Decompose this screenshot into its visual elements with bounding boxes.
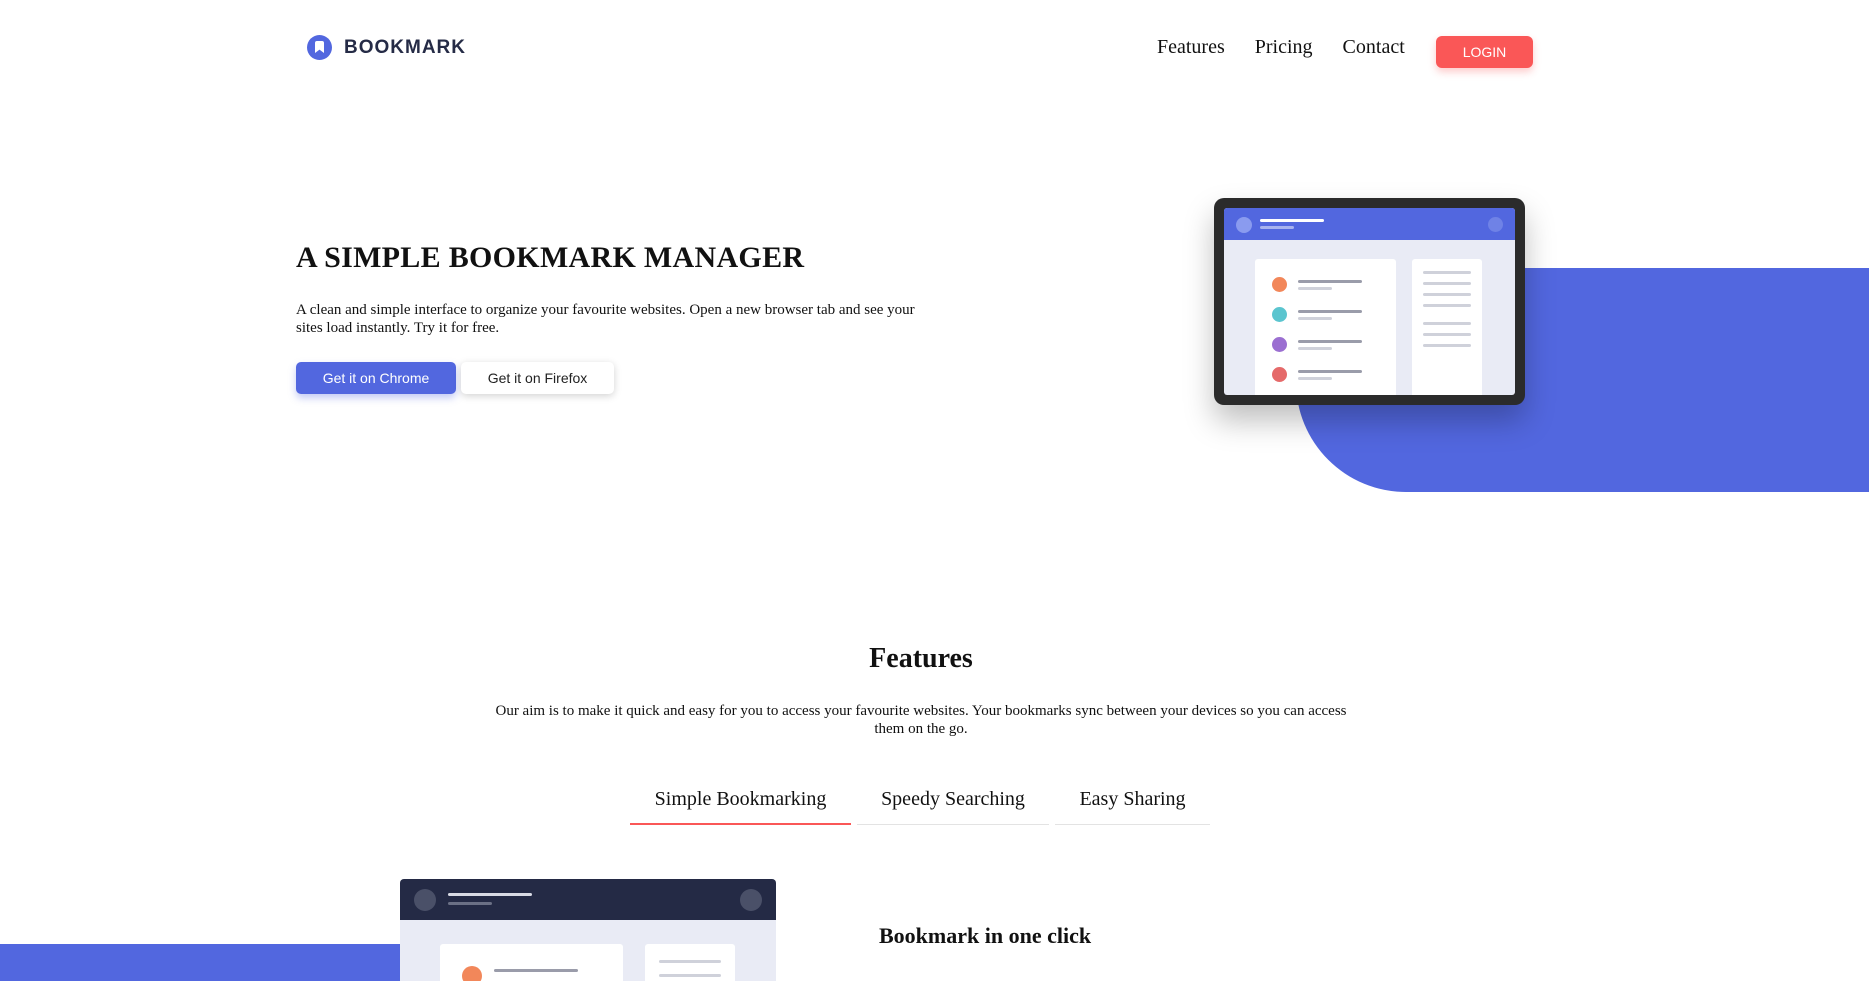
item-dot: [1272, 307, 1287, 322]
logo[interactable]: BOOKMARK: [307, 35, 466, 60]
item-line: [1298, 280, 1362, 283]
tab-speedy-searching[interactable]: Speedy Searching: [857, 778, 1049, 825]
item-line: [1298, 317, 1332, 320]
side-line: [1423, 322, 1471, 325]
bar-line: [1260, 226, 1294, 229]
nav-features[interactable]: Features: [1157, 36, 1225, 59]
side-card: [1412, 259, 1482, 395]
item-dot: [462, 966, 482, 981]
tablet-screen: [1224, 208, 1515, 395]
hero-description: A clean and simple interface to organize…: [296, 302, 915, 336]
bar-line: [448, 902, 492, 905]
item-line: [494, 969, 578, 972]
features-title: Features: [869, 643, 973, 674]
main-nav: Features Pricing Contact: [1157, 36, 1435, 59]
nav-contact[interactable]: Contact: [1343, 36, 1405, 59]
item-dot: [1272, 367, 1287, 382]
bar-line: [448, 893, 532, 896]
bookmark-list-card: [1255, 259, 1396, 395]
tablet-app-bar: [1224, 208, 1515, 240]
item-line: [1298, 310, 1362, 313]
item-line: [1298, 340, 1362, 343]
item-line: [1298, 370, 1362, 373]
side-line: [1423, 293, 1471, 296]
item-line: [1298, 377, 1332, 380]
feature-panel-heading: Bookmark in one click: [879, 923, 1092, 948]
side-line: [1423, 333, 1471, 336]
bookmark-logo-icon: [307, 35, 332, 60]
side-line: [659, 974, 721, 977]
browser-app-bar: [400, 879, 776, 920]
get-firefox-button[interactable]: Get it on Firefox: [461, 362, 614, 394]
menu-dot: [740, 889, 762, 911]
item-dot: [1272, 277, 1287, 292]
bar-line: [1260, 219, 1324, 222]
tablet-illustration: [1214, 198, 1525, 405]
browser-illustration: [400, 879, 776, 981]
bookmark-list-card: [440, 944, 623, 981]
item-dot: [1272, 337, 1287, 352]
get-chrome-button[interactable]: Get it on Chrome: [296, 362, 456, 394]
tab-simple-bookmarking[interactable]: Simple Bookmarking: [630, 778, 851, 825]
feature-tabs: Simple Bookmarking Speedy Searching Easy…: [630, 778, 1216, 825]
tab-easy-sharing[interactable]: Easy Sharing: [1055, 778, 1210, 825]
nav-pricing[interactable]: Pricing: [1255, 36, 1313, 59]
avatar-dot: [1236, 217, 1252, 233]
logo-text: BOOKMARK: [344, 36, 466, 58]
features-description: Our aim is to make it quick and easy for…: [495, 703, 1347, 737]
menu-dot: [1488, 217, 1503, 232]
side-line: [1423, 304, 1471, 307]
hero-title: A SIMPLE BOOKMARK MANAGER: [296, 241, 805, 274]
item-line: [1298, 287, 1332, 290]
side-line: [1423, 344, 1471, 347]
side-line: [1423, 282, 1471, 285]
side-card: [645, 944, 735, 981]
side-line: [659, 960, 721, 963]
side-line: [1423, 271, 1471, 274]
item-line: [1298, 347, 1332, 350]
login-button[interactable]: LOGIN: [1436, 36, 1533, 68]
avatar-dot: [414, 889, 436, 911]
